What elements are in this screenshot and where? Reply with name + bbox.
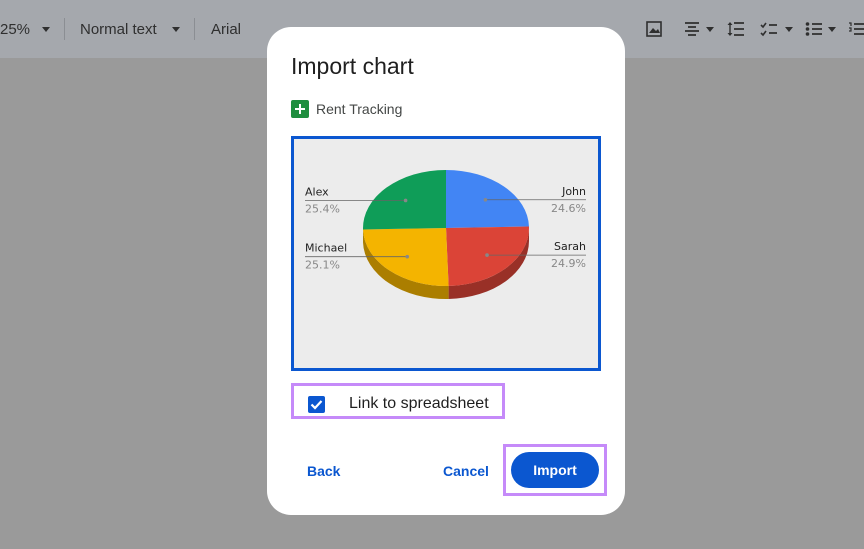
- bullet-chevron-down-icon[interactable]: [828, 27, 836, 32]
- checklist-icon[interactable]: [760, 21, 777, 37]
- toolbar-divider: [194, 18, 195, 40]
- checkmark-icon: [310, 400, 323, 410]
- style-chevron-down-icon[interactable]: [172, 27, 180, 32]
- pie-percent-john: 24.6%: [551, 202, 586, 215]
- pie-label-alex: Alex: [305, 185, 329, 198]
- pie-slice-john: [446, 170, 529, 228]
- font-select[interactable]: Arial: [211, 20, 241, 40]
- pie-leader-dot: [403, 198, 408, 203]
- numbered-list-icon[interactable]: [848, 21, 864, 37]
- pie-leader-dot: [483, 197, 488, 202]
- align-chevron-down-icon[interactable]: [706, 27, 714, 32]
- line-spacing-icon[interactable]: [727, 21, 744, 37]
- link-checkbox-label[interactable]: Link to spreadsheet: [349, 395, 489, 413]
- google-sheets-icon: [291, 100, 309, 118]
- pie-percent-sarah: 24.9%: [551, 257, 586, 270]
- pie-label-michael: Michael: [305, 242, 347, 255]
- spreadsheet-name: Rent Tracking: [316, 101, 403, 117]
- pie-percent-alex: 25.4%: [305, 202, 340, 215]
- chart-preview[interactable]: John 24.6% Sarah 24.9% Michael 25.1% Alex 25.4%: [291, 136, 601, 371]
- pie-leader-dot: [485, 253, 489, 257]
- bulleted-list-icon[interactable]: [805, 21, 822, 37]
- zoom-chevron-down-icon[interactable]: [42, 27, 50, 32]
- import-chart-dialog: Import chart Rent Tracking John 24.6% Sara…: [267, 27, 625, 515]
- pie-label-john: John: [561, 185, 586, 198]
- pie-chart: John 24.6% Sarah 24.9% Michael 25.1% Alex 25.4%: [305, 170, 586, 299]
- pie-percent-michael: 25.1%: [305, 259, 340, 272]
- import-button[interactable]: Import: [511, 452, 599, 488]
- back-button[interactable]: Back: [307, 463, 340, 479]
- import-button-highlight: Import: [503, 444, 607, 496]
- align-center-icon[interactable]: [684, 21, 700, 37]
- insert-image-icon[interactable]: [646, 21, 662, 37]
- dialog-title: Import chart: [291, 53, 414, 79]
- toolbar-divider: [64, 18, 65, 40]
- link-to-spreadsheet-option[interactable]: Link to spreadsheet: [291, 383, 505, 419]
- pie-leader-dot: [405, 254, 410, 259]
- paragraph-style-select[interactable]: Normal text: [80, 20, 157, 40]
- pie-label-sarah: Sarah: [554, 240, 586, 253]
- link-checkbox[interactable]: [308, 396, 325, 413]
- checklist-chevron-down-icon[interactable]: [785, 27, 793, 32]
- zoom-select[interactable]: 25%: [0, 20, 30, 40]
- cancel-button[interactable]: Cancel: [443, 463, 489, 479]
